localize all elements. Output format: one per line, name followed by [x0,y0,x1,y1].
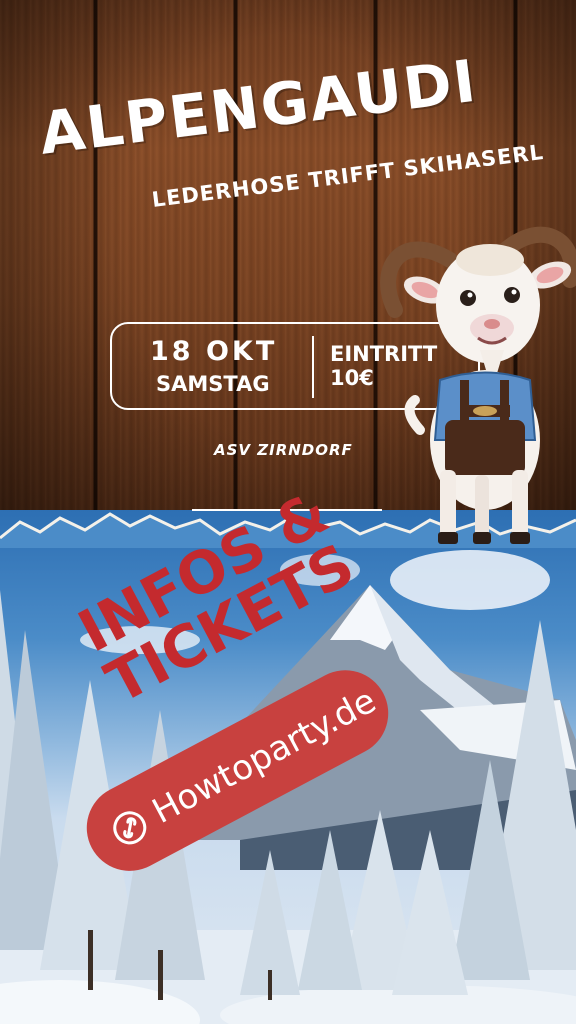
link-icon [113,811,147,845]
info-divider [312,336,314,398]
event-venue: ASV ZIRNDORF [214,441,353,459]
event-date: 18 OKT [150,336,278,367]
flyer: ALPENGAUDI LEDERHOSE TRIFFT SKIHASERL 18… [0,0,576,1024]
entry-price: 10€ [330,366,374,390]
event-day: SAMSTAG [156,372,270,396]
